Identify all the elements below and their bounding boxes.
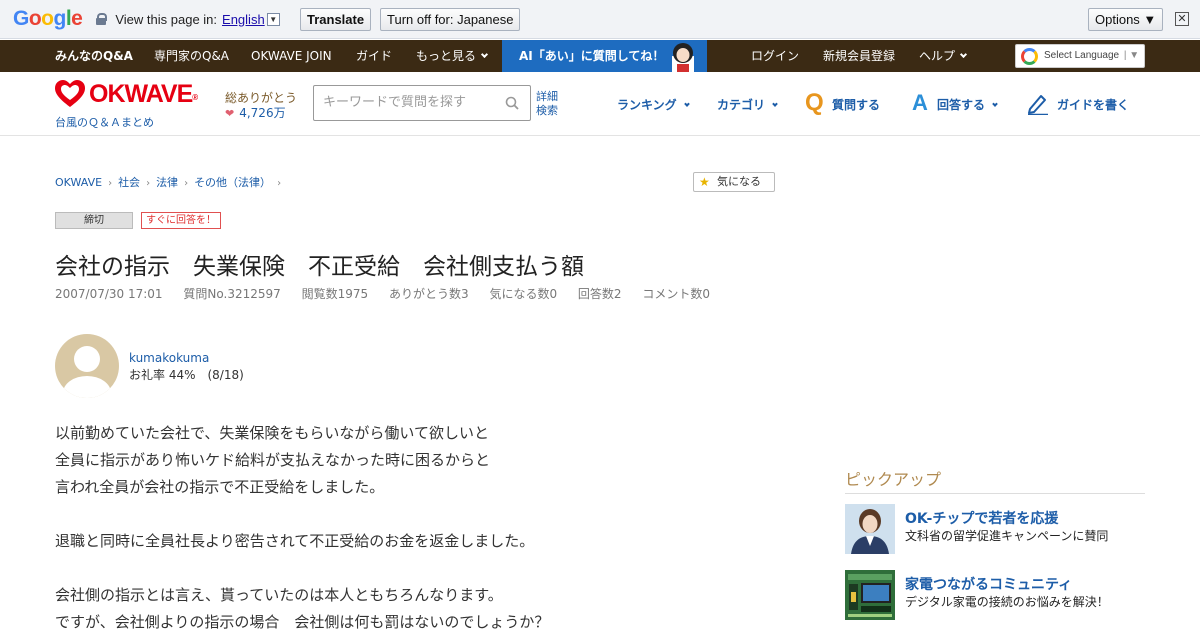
thanks-count: ありがとう数3 <box>388 287 469 301</box>
question-date: 2007/07/30 17:01 <box>55 287 163 301</box>
pickup-item[interactable]: OK-チップで若者を応援 文科省の留学促進キャンペーンに賛同 <box>845 504 1145 554</box>
nav-more-label: もっと見る <box>416 49 477 63</box>
category-label: カテゴリ <box>717 98 766 112</box>
site-header: OKWAVE® 台風のＱ＆Ａまとめ 総ありがとう ❤ 4,726万 キーワードで質… <box>0 72 1200 136</box>
chevron-down-icon <box>959 50 968 59</box>
answer-count: 回答数2 <box>577 287 622 301</box>
help-label: ヘルプ <box>919 49 956 63</box>
select-language-widget[interactable]: Select Language | ▼ <box>1015 44 1145 68</box>
ranking-label: ランキング <box>617 98 677 112</box>
nav-item-minna-qa[interactable]: みんなのQ&A <box>55 40 133 72</box>
pickup-thumbnail <box>845 570 895 620</box>
question-body: 以前勤めていた会社で、失業保険をもらいながら働いて欲しいと 全員に指示があり怖い… <box>55 420 675 630</box>
pickup-thumbnail <box>845 504 895 554</box>
pickup-desc: デジタル家電の接続のお悩みを解決！ <box>905 595 1109 609</box>
pickup-item[interactable]: 家電つながるコミュニティ デジタル家電の接続のお悩みを解決！ <box>845 570 1145 620</box>
view-page-text: View this page in: <box>115 11 218 27</box>
pickup-title[interactable]: OK-チップで若者を応援 <box>905 508 1058 528</box>
chevron-right-icon: › <box>108 178 113 189</box>
total-thanks-value: ❤ 4,726万 <box>225 104 286 121</box>
pickup-desc: 文科省の留学促進キャンペーンに賛同 <box>905 529 1109 543</box>
nav-item-more[interactable]: もっと見る <box>416 40 489 72</box>
answer-now-badge: すぐに回答を！ <box>141 212 221 229</box>
body-line <box>55 501 675 528</box>
question-number: 質問No.3212597 <box>183 287 281 301</box>
breadcrumb-other-law[interactable]: その他（法律） <box>194 176 271 189</box>
avatar[interactable] <box>55 334 119 398</box>
options-button[interactable]: Options ▼ <box>1088 8 1164 31</box>
watch-label: 気になる <box>717 175 761 188</box>
select-language-label: Select Language <box>1044 50 1120 61</box>
logo-subtitle[interactable]: 台風のＱ＆Ａまとめ <box>55 114 154 130</box>
ask-question-link[interactable]: 質問する <box>832 96 880 113</box>
chevron-down-icon <box>683 101 690 107</box>
body-line: 言われ全員が会社の指示で不正受給をしました。 <box>55 478 385 496</box>
pickup-heading: ピックアップ <box>845 466 1145 494</box>
chevron-down-icon <box>480 50 489 59</box>
body-line: 以前勤めていた会社で、失業保険をもらいながら働いて欲しいと <box>55 424 489 442</box>
body-line: 退職と同時に全員社長より密告されて不正受給のお金を返金しました。 <box>55 532 535 550</box>
google-logo: Google <box>13 7 83 30</box>
body-line: ですが、会社側よりの指示の場合 会社側は何も罰はないのでしょうか？ <box>55 613 550 630</box>
chevron-right-icon: › <box>146 178 151 189</box>
star-icon: ★ <box>699 175 710 189</box>
question-meta: 2007/07/30 17:01 質問No.3212597 閲覧数1975 あり… <box>55 285 727 302</box>
close-icon[interactable]: ✕ <box>1175 12 1189 26</box>
thanks-rate: お礼率 44% (8/18) <box>129 368 244 382</box>
search-input[interactable]: キーワードで質問を探す <box>313 85 531 121</box>
login-link[interactable]: ログイン <box>751 40 799 72</box>
nav-item-expert-qa[interactable]: 専門家のQ&A <box>154 40 229 72</box>
view-count: 閲覧数1975 <box>301 287 369 301</box>
question-title: 会社の指示 失業保険 不正受給 会社側支払う額 <box>55 254 584 280</box>
comment-count: コメント数0 <box>642 287 711 301</box>
okwave-logo[interactable]: OKWAVE® <box>89 80 198 108</box>
breadcrumb-okwave[interactable]: OKWAVE <box>55 176 102 189</box>
heart-icon: ❤ <box>225 107 235 120</box>
body-line: 会社側の指示とは言え、貰っていたのは本人ともちろんなります。 <box>55 586 503 604</box>
nav-item-okwave-join[interactable]: OKWAVE JOIN <box>251 40 332 72</box>
turn-off-button[interactable]: Turn off for: Japanese <box>380 8 521 31</box>
chevron-down-icon <box>992 101 998 107</box>
nav-item-guide[interactable]: ガイド <box>356 40 392 72</box>
answer-menu[interactable]: 回答する <box>937 96 998 113</box>
chevron-right-icon: › <box>184 178 189 189</box>
answer-label: 回答する <box>937 98 986 112</box>
chevron-down-icon <box>772 101 778 107</box>
body-line <box>55 555 675 582</box>
translate-button[interactable]: Translate <box>300 8 372 31</box>
lock-icon <box>96 13 108 25</box>
pickup-title[interactable]: 家電つながるコミュニティ <box>905 574 1072 594</box>
write-guide-link[interactable]: ガイドを書く <box>1057 96 1129 113</box>
google-g-icon <box>1021 48 1038 65</box>
help-menu[interactable]: ヘルプ <box>919 40 968 72</box>
language-select[interactable]: English <box>222 12 265 27</box>
username-link[interactable]: kumakokuma <box>129 351 209 365</box>
detail-search-link[interactable]: 詳細 検索 <box>536 90 558 118</box>
thanks-count: 4,726万 <box>239 106 286 120</box>
logo-registered-mark: ® <box>192 93 198 102</box>
watch-count: 気になる数0 <box>489 287 558 301</box>
logo-text: OKWAVE <box>89 80 193 108</box>
ranking-menu[interactable]: ランキング <box>617 96 690 113</box>
detail-search-line1: 詳細 <box>536 90 558 103</box>
closed-badge: 締切 <box>55 212 133 229</box>
detail-search-line2: 検索 <box>536 104 558 117</box>
dropdown-arrow-icon: | ▼ <box>1123 50 1140 61</box>
register-link[interactable]: 新規会員登録 <box>823 40 895 72</box>
watch-button[interactable]: ★ 気になる <box>693 172 775 192</box>
body-line: 全員に指示があり怖いケド給料が支払えなかった時に困るからと <box>55 451 491 469</box>
dropdown-arrow-icon[interactable]: ▼ <box>266 12 280 26</box>
question-q-icon: Q <box>805 89 824 116</box>
answer-a-icon: A <box>912 90 928 115</box>
breadcrumb-law[interactable]: 法律 <box>156 176 178 189</box>
google-translate-bar: Google View this page in: English ▼ <box>0 0 1200 39</box>
pen-icon <box>1028 95 1048 115</box>
breadcrumb-society[interactable]: 社会 <box>118 176 140 189</box>
breadcrumb: OKWAVE › 社会 › 法律 › その他（法律） › <box>55 174 287 190</box>
ai-character-icon <box>672 43 694 72</box>
search-icon[interactable] <box>505 96 519 110</box>
heart-logo-icon[interactable] <box>55 80 85 108</box>
chevron-right-icon: › <box>277 178 282 189</box>
category-menu[interactable]: カテゴリ <box>717 96 778 113</box>
